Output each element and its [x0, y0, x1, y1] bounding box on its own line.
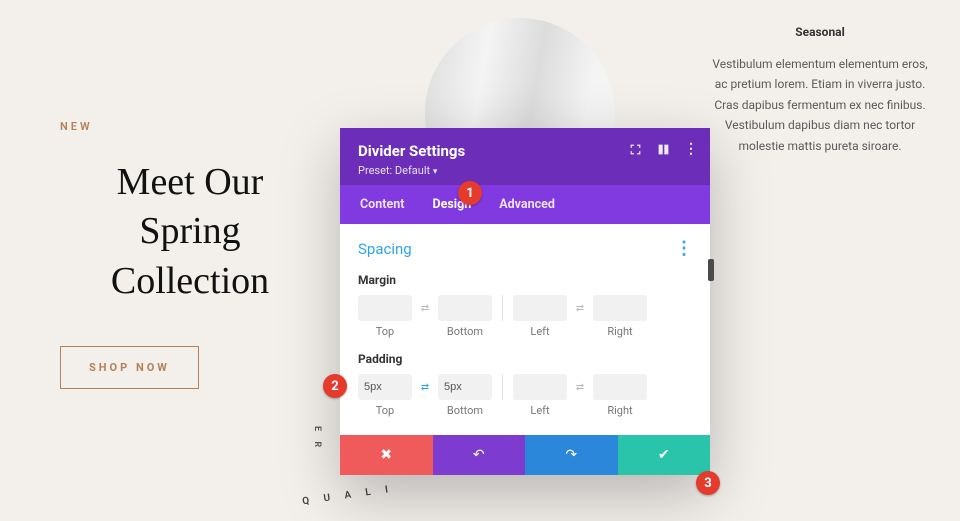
- cancel-button[interactable]: ✖: [340, 435, 433, 475]
- check-icon: ✔: [658, 447, 670, 463]
- sublabel-left: Left: [513, 325, 567, 338]
- padding-label: Padding: [358, 352, 692, 366]
- modal-header: Divider Settings Preset: Default ▾ ⋮: [340, 128, 710, 185]
- tab-advanced[interactable]: Advanced: [485, 185, 569, 224]
- seasonal-body: Vestibulum elementum elementum eros, ac …: [710, 54, 930, 156]
- close-icon: ✖: [380, 447, 392, 463]
- redo-button[interactable]: ↷: [525, 435, 618, 475]
- padding-bottom-input[interactable]: [438, 374, 492, 400]
- columns-icon[interactable]: [656, 142, 670, 156]
- link-values-icon[interactable]: ⇄: [416, 303, 434, 314]
- sublabel-bottom: Bottom: [438, 404, 492, 417]
- hero-heading-line3: Collection: [111, 260, 269, 302]
- margin-top-input[interactable]: [358, 295, 412, 321]
- padding-row: ⇄ ⇄: [358, 374, 692, 400]
- margin-bottom-input[interactable]: [438, 295, 492, 321]
- sublabel-right: Right: [593, 325, 647, 338]
- preset-dropdown[interactable]: Preset: Default ▾: [358, 164, 694, 177]
- sublabel-top: Top: [358, 325, 412, 338]
- redo-icon: ↷: [565, 447, 577, 463]
- divider-settings-modal: Divider Settings Preset: Default ▾ ⋮ Con…: [340, 128, 710, 475]
- hero-heading: Meet Our Spring Collection: [60, 158, 320, 306]
- responsive-handle[interactable]: [708, 259, 714, 281]
- tab-content[interactable]: Content: [346, 185, 418, 224]
- seasonal-title: Seasonal: [710, 25, 930, 39]
- undo-button[interactable]: ↶: [433, 435, 526, 475]
- annotation-badge-3: 3: [696, 471, 720, 495]
- sublabel-right: Right: [593, 404, 647, 417]
- link-values-icon[interactable]: ⇄: [416, 382, 434, 393]
- undo-icon: ↶: [473, 447, 485, 463]
- section-title[interactable]: Spacing: [358, 240, 412, 258]
- section-header: Spacing ⋮: [358, 238, 692, 259]
- annotation-badge-1: 1: [458, 181, 482, 205]
- margin-right-input[interactable]: [593, 295, 647, 321]
- padding-right-input[interactable]: [593, 374, 647, 400]
- modal-header-actions: ⋮: [628, 142, 698, 156]
- chevron-down-icon: ▾: [433, 167, 438, 177]
- hero-heading-line1: Meet Our: [117, 161, 264, 203]
- watermark-bottom: Q U A L I: [302, 484, 395, 508]
- modal-tabs: Content Design Advanced: [340, 185, 710, 224]
- new-badge: NEW: [60, 120, 320, 133]
- modal-footer: ✖ ↶ ↷ ✔: [340, 435, 710, 475]
- seasonal-block: Seasonal Vestibulum elementum elementum …: [710, 25, 930, 156]
- kebab-menu-icon[interactable]: ⋮: [684, 142, 698, 156]
- hero-left: NEW Meet Our Spring Collection SHOP NOW: [60, 120, 320, 389]
- link-values-icon[interactable]: ⇄: [571, 303, 589, 314]
- padding-top-input[interactable]: [358, 374, 412, 400]
- preset-label: Preset: Default: [358, 164, 430, 177]
- section-menu-icon[interactable]: ⋮: [675, 238, 692, 259]
- margin-label: Margin: [358, 273, 692, 287]
- margin-left-input[interactable]: [513, 295, 567, 321]
- hero-heading-line2: Spring: [139, 210, 240, 252]
- watermark-side: E R: [312, 426, 322, 451]
- padding-left-input[interactable]: [513, 374, 567, 400]
- link-values-icon[interactable]: ⇄: [571, 382, 589, 393]
- padding-sublabels: Top Bottom Left Right: [358, 404, 692, 417]
- confirm-button[interactable]: ✔: [618, 435, 711, 475]
- divider: [502, 374, 503, 400]
- modal-body: Spacing ⋮ Margin ⇄ ⇄ Top Bottom: [340, 224, 710, 435]
- sublabel-left: Left: [513, 404, 567, 417]
- margin-sublabels: Top Bottom Left Right: [358, 325, 692, 338]
- shop-now-button[interactable]: SHOP NOW: [60, 346, 199, 389]
- margin-row: ⇄ ⇄: [358, 295, 692, 321]
- expand-icon[interactable]: [628, 142, 642, 156]
- sublabel-top: Top: [358, 404, 412, 417]
- divider: [502, 295, 503, 321]
- sublabel-bottom: Bottom: [438, 325, 492, 338]
- annotation-badge-2: 2: [323, 374, 347, 398]
